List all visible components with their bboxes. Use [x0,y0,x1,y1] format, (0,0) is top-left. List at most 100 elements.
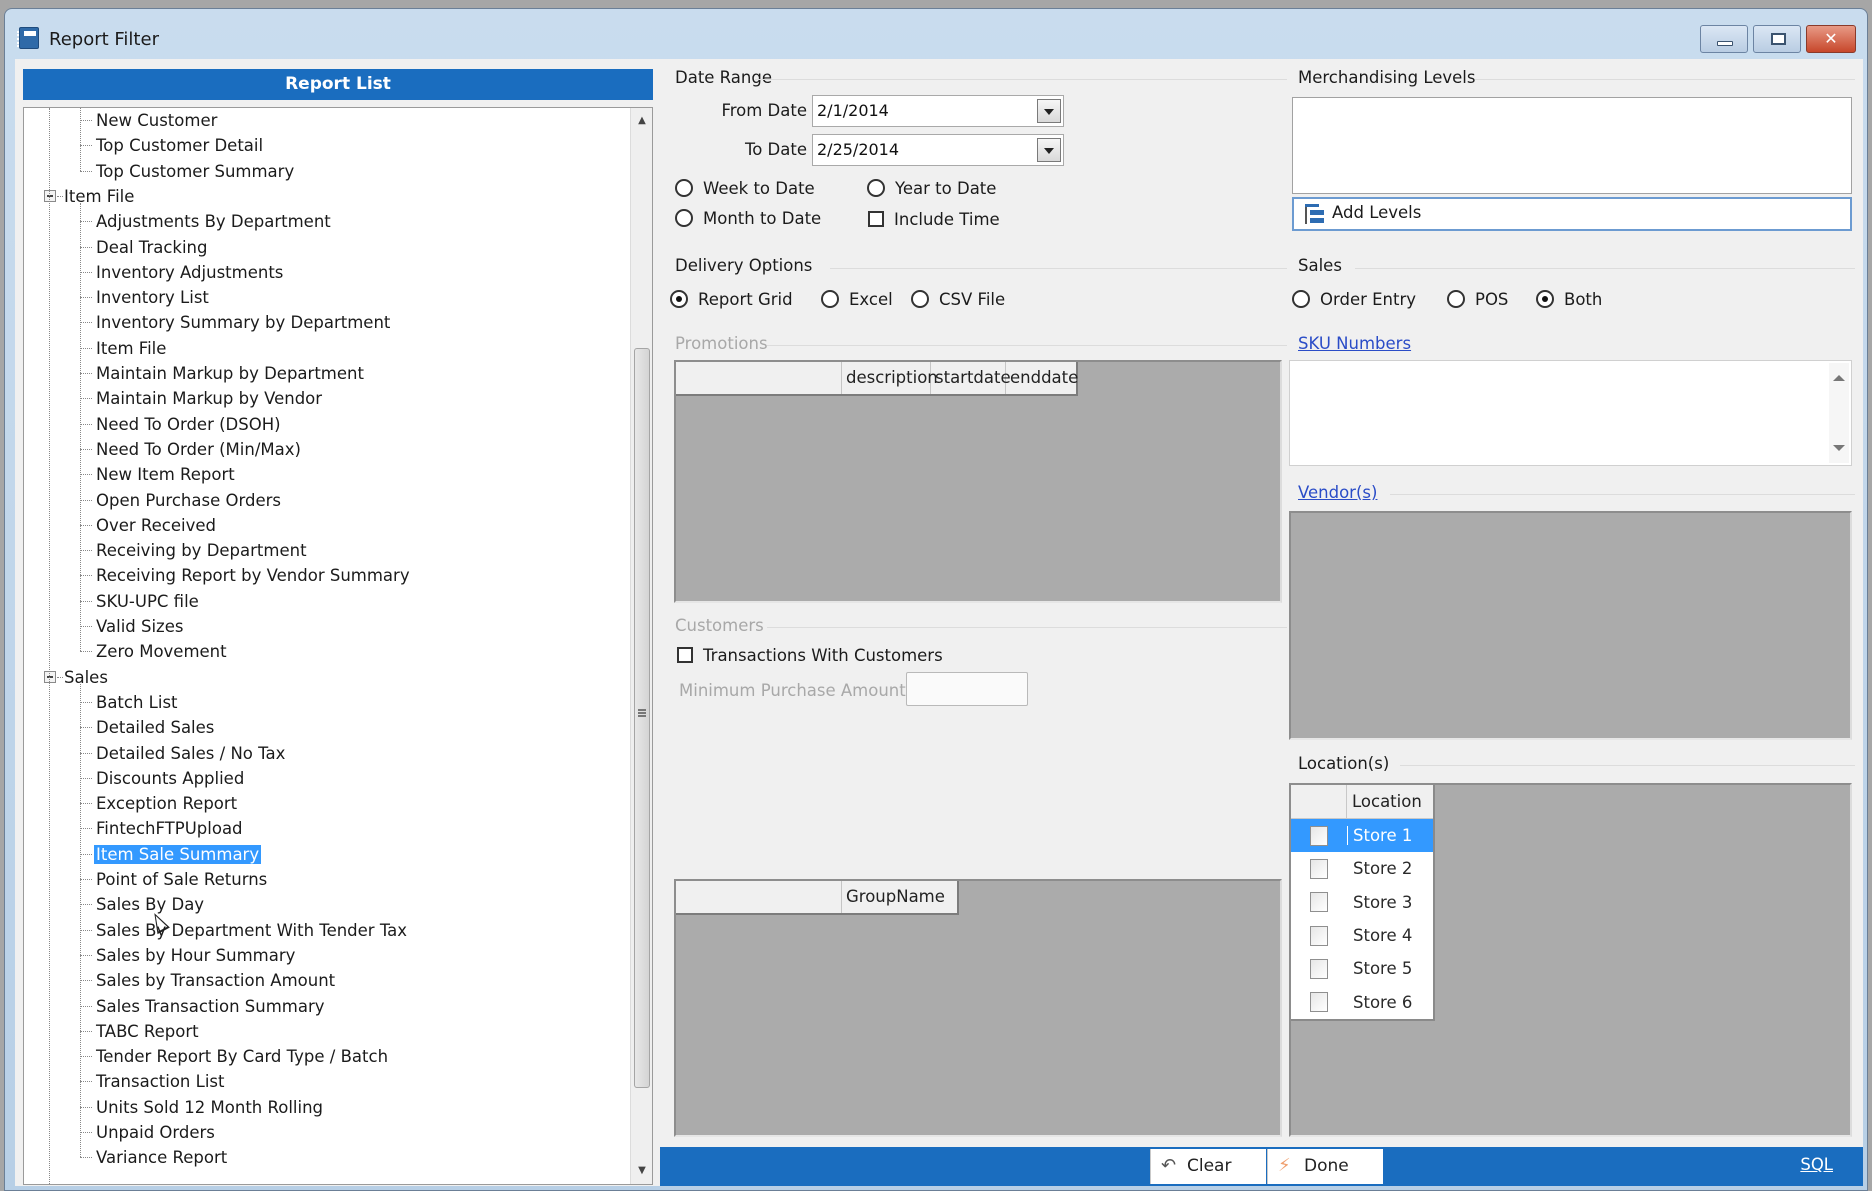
column-header-description[interactable]: description [842,362,938,394]
transactions-with-customers-checkbox[interactable]: Transactions With Customers [677,645,943,667]
tree-item[interactable]: Item File [94,336,168,361]
tree-item[interactable]: Discounts Applied [94,766,246,791]
tree-item[interactable]: Maintain Markup by Vendor [94,386,324,411]
collapse-icon[interactable] [44,670,56,683]
week-to-date-radio[interactable]: Week to Date [675,178,815,200]
month-to-date-radio[interactable]: Month to Date [675,208,821,230]
minimum-purchase-input[interactable] [906,672,1028,706]
promotions-grid[interactable]: description startdate enddate [674,360,1282,603]
tree-item[interactable]: Variance Report [94,1145,229,1170]
to-date-input[interactable]: 2/25/2014 [812,134,1064,166]
tree-item[interactable]: New Customer [94,108,219,133]
location-checkbox[interactable] [1310,925,1328,946]
location-checkbox[interactable] [1310,858,1328,879]
both-radio[interactable]: Both [1536,289,1602,311]
from-date-input[interactable]: 2/1/2014 [812,95,1064,127]
merchandising-levels-list[interactable] [1292,97,1852,194]
tree-item[interactable]: Top Customer Summary [94,159,296,184]
tree-item[interactable]: Over Received [94,513,218,538]
tree-item[interactable]: Sales By Day [94,892,206,917]
to-date-dropdown-icon[interactable] [1037,138,1061,162]
location-row[interactable]: Store 5 [1291,952,1433,985]
location-checkbox[interactable] [1310,892,1328,913]
scroll-up-icon[interactable] [1833,375,1845,381]
location-row[interactable]: Store 4 [1291,919,1433,952]
tree-item[interactable]: Point of Sale Returns [94,867,269,892]
tree-item[interactable]: Deal Tracking [94,235,210,260]
location-row[interactable]: Store 6 [1291,985,1433,1018]
location-row[interactable]: Store 1 [1291,819,1433,853]
tree-item[interactable]: Receiving Report by Vendor Summary [94,563,412,588]
report-tree[interactable]: ▲ ▼ New Customer Top Customer Detail Top C… [23,107,653,1185]
tree-item[interactable]: Sales By Department With Tender Tax [94,918,409,943]
tree-item[interactable]: Zero Movement [94,639,229,664]
csv-file-radio[interactable]: CSV File [911,289,1005,311]
add-levels-button[interactable]: Add Levels [1292,197,1852,231]
tree-item[interactable]: Maintain Markup by Department [94,361,366,386]
sku-numbers-link[interactable]: SKU Numbers [1298,334,1411,353]
tree-item[interactable]: Detailed Sales [94,715,216,740]
minimize-button[interactable] [1700,25,1748,53]
tree-item[interactable]: Open Purchase Orders [94,488,283,513]
excel-radio[interactable]: Excel [821,289,893,311]
location-checkbox[interactable] [1310,958,1328,979]
column-header-enddate[interactable]: enddate [1006,362,1078,394]
tree-item[interactable]: Need To Order (DSOH) [94,412,283,437]
sku-scrollbar[interactable] [1829,363,1849,463]
tree-item[interactable]: Sales by Hour Summary [94,943,297,968]
include-time-checkbox[interactable]: Include Time [868,209,1000,231]
tree-item[interactable]: Top Customer Detail [94,133,265,158]
tree-item[interactable]: Receiving by Department [94,538,309,563]
groups-grid[interactable]: GroupName [674,879,1282,1137]
location-checkbox[interactable] [1310,992,1328,1013]
maximize-button[interactable] [1753,25,1801,53]
from-date-dropdown-icon[interactable] [1037,99,1061,123]
pos-radio[interactable]: POS [1447,289,1508,311]
sku-numbers-input[interactable] [1289,360,1852,466]
scroll-up-icon[interactable]: ▲ [631,110,652,132]
tree-item[interactable]: Exception Report [94,791,239,816]
tree-item[interactable]: Valid Sizes [94,614,185,639]
report-grid-radio[interactable]: Report Grid [670,289,793,311]
tree-item[interactable]: Inventory Adjustments [94,260,285,285]
tree-item[interactable]: Sales Transaction Summary [94,994,327,1019]
tree-item[interactable]: Unpaid Orders [94,1120,217,1145]
done-button[interactable]: ⚡ Done [1267,1149,1383,1184]
scroll-down-icon[interactable] [1833,445,1845,451]
tree-scrollbar[interactable]: ▲ ▼ [630,108,652,1184]
location-row[interactable]: Store 2 [1291,852,1433,885]
column-header-startdate[interactable]: startdate [931,362,1011,394]
scroll-down-icon[interactable]: ▼ [631,1160,652,1182]
tree-item[interactable]: Batch List [94,690,180,715]
vendors-grid[interactable] [1289,511,1852,740]
vendors-link[interactable]: Vendor(s) [1298,483,1377,502]
tree-item[interactable]: Tender Report By Card Type / Batch [94,1044,390,1069]
clear-button[interactable]: ↶ Clear [1150,1149,1266,1184]
order-entry-radio[interactable]: Order Entry [1292,289,1416,311]
location-row[interactable]: Store 3 [1291,886,1433,919]
tree-group[interactable]: Sales [62,665,110,690]
sql-link[interactable]: SQL [1800,1155,1833,1174]
tree-item[interactable]: Sales by Transaction Amount [94,968,337,993]
column-header-location[interactable]: Location [1347,785,1433,818]
tree-item[interactable]: Detailed Sales / No Tax [94,741,287,766]
tree-item[interactable]: New Item Report [94,462,237,487]
tree-item[interactable]: Inventory Summary by Department [94,310,392,335]
tree-item[interactable]: SKU-UPC file [94,589,201,614]
close-button[interactable]: ✕ [1806,25,1856,53]
location-checkbox[interactable] [1310,825,1328,846]
column-header-groupname[interactable]: GroupName [842,881,957,913]
tree-item[interactable]: Transaction List [94,1069,226,1094]
tree-item[interactable]: TABC Report [94,1019,201,1044]
tree-item[interactable]: Adjustments By Department [94,209,333,234]
collapse-icon[interactable] [44,189,56,202]
tree-group[interactable]: Item File [62,184,136,209]
tree-item[interactable]: Item Sale Summary [94,842,262,867]
tree-item[interactable]: Units Sold 12 Month Rolling [94,1095,325,1120]
tree-item[interactable]: Inventory List [94,285,211,310]
year-to-date-radio[interactable]: Year to Date [867,178,996,200]
tree-item[interactable]: Need To Order (Min/Max) [94,437,303,462]
locations-grid[interactable]: Location Store 1 Store 2 Store 3 Store 4 Sto… [1289,783,1852,1137]
tree-item[interactable]: FintechFTPUpload [94,816,245,841]
scroll-thumb[interactable] [634,348,650,1088]
